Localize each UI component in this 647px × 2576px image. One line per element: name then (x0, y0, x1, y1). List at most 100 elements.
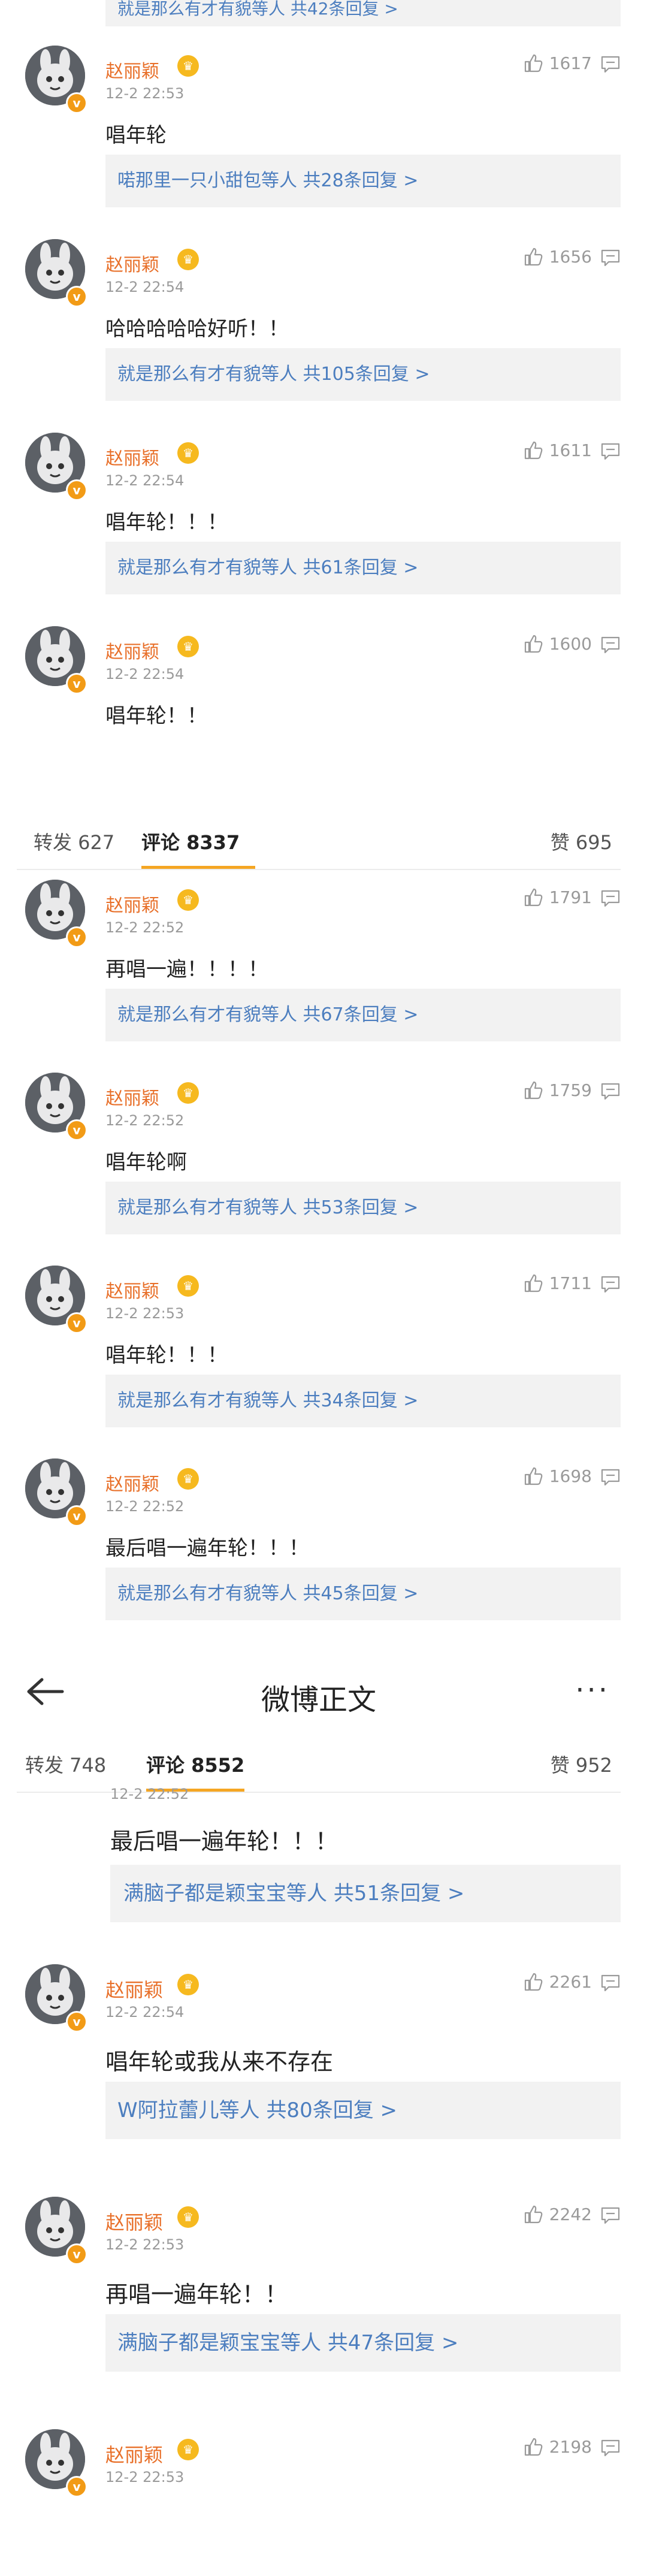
comment-time: 12-2 22:53 (105, 2469, 185, 2486)
like-button[interactable]: 1698 (523, 1466, 592, 1486)
tab-repost[interactable]: 转发 748 (25, 1750, 106, 1778)
comment-item: v 赵丽颖 ♛ 12-2 22:53 1711 唱年轮！！！ 就是那么有才有貌等… (17, 1250, 621, 1443)
reply-summary[interactable]: 就是那么有才有貌等人 共105条回复 > (105, 348, 621, 401)
reply-count[interactable]: 共51条回复 > (334, 1882, 465, 1905)
reply-by[interactable]: 就是那么有才有貌等人 (117, 557, 297, 578)
thumb-up-icon (524, 247, 543, 266)
crown-icon: ♛ (177, 636, 199, 657)
reply-count[interactable]: 共105条回复 > (303, 364, 430, 385)
like-button[interactable]: 1656 (523, 246, 592, 267)
reply-by[interactable]: 就是那么有才有貌等人 (117, 1583, 297, 1604)
verified-v-icon: v (66, 2011, 87, 2033)
tab-comments[interactable]: 评论 8552 (146, 1750, 244, 1778)
like-count: 1600 (549, 633, 592, 654)
comment-author[interactable]: 赵丽颖 (105, 1975, 163, 2003)
comment-time: 12-2 22:52 (105, 919, 185, 936)
like-button[interactable]: 1600 (523, 633, 592, 654)
comment-item: v 赵丽颖 ♛ 12-2 22:54 1600 唱年轮！！ (17, 611, 621, 804)
comment-author[interactable]: 赵丽颖 (105, 2207, 163, 2235)
comment-icon[interactable] (600, 249, 621, 267)
comment-icon[interactable] (600, 1275, 621, 1293)
reply-by[interactable]: 就是那么有才有貌等人 (117, 1390, 297, 1411)
reply-summary[interactable]: 就是那么有才有貌等人 共61条回复 > (105, 542, 621, 594)
reply-by[interactable]: W阿拉蕾儿等人 (117, 2098, 260, 2122)
partial-reply-row[interactable]: 就是那么有才有貌等人 共42条回复 > (17, 0, 621, 30)
reply-count[interactable]: 共53条回复 > (303, 1197, 419, 1218)
comment-icon[interactable] (600, 636, 621, 654)
like-count: 2198 (549, 2436, 592, 2457)
comment-author[interactable]: 赵丽颖 (105, 443, 159, 470)
comment-icon[interactable] (600, 2439, 621, 2457)
like-button[interactable]: 2198 (523, 2436, 592, 2457)
reply-by[interactable]: 就是那么有才有貌等人 (117, 1004, 297, 1025)
comment-item: v 赵丽颖 ♛ 12-2 22:52 1759 唱年轮啊 就是那么有才有貌等人 … (17, 1057, 621, 1250)
nav-bar: 微博正文 ··· (17, 1657, 621, 1729)
reply-count[interactable]: 共28条回复 > (303, 170, 419, 191)
like-button[interactable]: 1611 (523, 440, 592, 460)
comment-author[interactable]: 赵丽颖 (105, 1469, 159, 1496)
comment-icon[interactable] (600, 1974, 621, 1992)
like-count: 2242 (549, 2204, 592, 2224)
tab-likes[interactable]: 赞 952 (551, 1750, 612, 1778)
comment-author[interactable]: 赵丽颖 (105, 1276, 159, 1303)
reply-by[interactable]: 就是那么有才有貌等人 (117, 1197, 297, 1218)
like-button[interactable]: 1791 (523, 887, 592, 907)
verified-v-icon: v (66, 2243, 87, 2265)
reply-count[interactable]: 共67条回复 > (303, 1004, 419, 1025)
comment-author[interactable]: 赵丽颖 (105, 2440, 163, 2468)
comment-icon[interactable] (600, 1082, 621, 1100)
comment-icon[interactable] (600, 55, 621, 73)
comment-author[interactable]: 赵丽颖 (105, 890, 159, 917)
reply-by[interactable]: 满脑子都是颖宝宝等人 (117, 2331, 321, 2355)
reply-summary[interactable]: 就是那么有才有貌等人 共53条回复 > (105, 1182, 621, 1234)
reply-by[interactable]: 就是那么有才有貌等人 (117, 364, 297, 385)
comment-icon[interactable] (600, 442, 621, 460)
like-button[interactable]: 2261 (523, 1971, 592, 1992)
like-button[interactable]: 1759 (523, 1080, 592, 1100)
reply-summary[interactable]: 就是那么有才有貌等人 共67条回复 > (105, 989, 621, 1041)
crown-icon: ♛ (177, 2439, 199, 2460)
like-count: 1698 (549, 1466, 592, 1486)
reply-count[interactable]: 共61条回复 > (303, 557, 419, 578)
reply-summary[interactable]: 就是那么有才有貌等人 共34条回复 > (105, 1375, 621, 1427)
reply-count[interactable]: 共80条回复 > (266, 2098, 397, 2122)
comment-time: 12-2 22:53 (105, 2236, 185, 2253)
comment-icon[interactable] (600, 1468, 621, 1486)
more-menu-icon[interactable]: ··· (575, 1674, 610, 1707)
crown-icon: ♛ (177, 249, 199, 270)
comment-author[interactable]: 赵丽颖 (105, 1083, 159, 1110)
partial-reply-link[interactable]: 就是那么有才有貌等人 共42条回复 > (105, 0, 621, 26)
comment-author[interactable]: 赵丽颖 (105, 250, 159, 276)
reply-by[interactable]: 满脑子都是颖宝宝等人 (123, 1882, 327, 1905)
reply-summary[interactable]: 满脑子都是颖宝宝等人 共51条回复 > (110, 1865, 621, 1922)
comment-text: 唱年轮 (105, 123, 167, 147)
thumb-up-icon (524, 1274, 543, 1292)
comment-text: 唱年轮！！ (105, 704, 207, 728)
comment-time: 12-2 22:54 (105, 472, 185, 489)
comment-time: 12-2 22:54 (105, 279, 185, 295)
comment-text: 唱年轮啊 (105, 1150, 187, 1174)
tab-repost[interactable]: 转发 627 (34, 828, 114, 855)
comment-icon[interactable] (600, 889, 621, 907)
like-count: 1656 (549, 246, 592, 267)
comment-icon[interactable] (600, 2206, 621, 2224)
like-button[interactable]: 2242 (523, 2204, 592, 2224)
reply-summary[interactable]: W阿拉蕾儿等人 共80条回复 > (105, 2082, 621, 2139)
screenshot-3: 微博正文 ··· 转发 748 评论 8552 赞 952 12-2 22:52… (0, 1657, 647, 2576)
reply-summary[interactable]: 喏那里一只小甜包等人 共28条回复 > (105, 155, 621, 207)
comment-time: 12-2 22:54 (105, 666, 185, 682)
partial-comment: 12-2 22:52 最后唱一遍年轮！！！ 满脑子都是颖宝宝等人 共51条回复 … (17, 1786, 621, 1949)
reply-count[interactable]: 共45条回复 > (303, 1583, 419, 1604)
like-button[interactable]: 1711 (523, 1273, 592, 1293)
like-button[interactable]: 1617 (523, 53, 592, 73)
reply-summary[interactable]: 满脑子都是颖宝宝等人 共47条回复 > (105, 2314, 621, 2372)
reply-count[interactable]: 共34条回复 > (303, 1390, 419, 1411)
reply-by[interactable]: 喏那里一只小甜包等人 (117, 170, 297, 191)
comment-list-1: 就是那么有才有貌等人 共42条回复 > v 赵丽颖 ♛ 12-2 22:53 1… (17, 0, 621, 806)
comment-author[interactable]: 赵丽颖 (105, 637, 159, 663)
reply-summary[interactable]: 就是那么有才有貌等人 共45条回复 > (105, 1568, 621, 1620)
reply-count[interactable]: 共47条回复 > (328, 2331, 459, 2355)
tab-likes[interactable]: 赞 695 (551, 828, 612, 855)
comment-author[interactable]: 赵丽颖 (105, 56, 159, 83)
tab-comments[interactable]: 评论 8337 (141, 828, 240, 855)
